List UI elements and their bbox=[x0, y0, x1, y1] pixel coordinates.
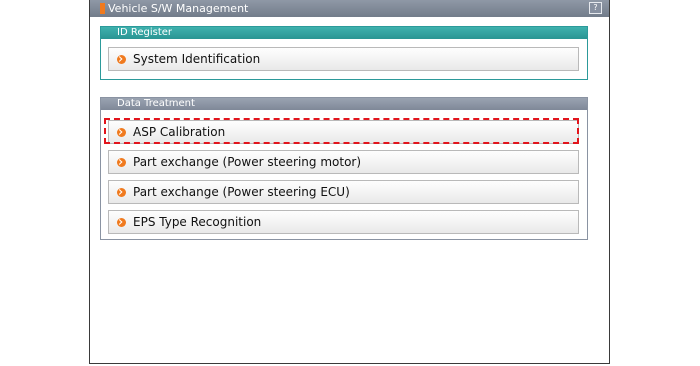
id-register-group: ID Register System Identification bbox=[100, 26, 588, 80]
orange-arrow-bullet-icon bbox=[117, 188, 126, 197]
vehicle-sw-management-window: Vehicle S/W Management ? ID Register Sys… bbox=[89, 0, 610, 364]
orange-arrow-bullet-icon bbox=[117, 218, 126, 227]
item-label: Part exchange (Power steering motor) bbox=[133, 155, 362, 169]
data-treatment-header: Data Treatment bbox=[101, 98, 587, 110]
window-title: Vehicle S/W Management bbox=[108, 2, 249, 15]
part-exchange-motor-button[interactable]: Part exchange (Power steering motor) bbox=[108, 150, 579, 174]
window-titlebar: Vehicle S/W Management ? bbox=[90, 0, 609, 17]
orange-arrow-bullet-icon bbox=[117, 128, 126, 137]
eps-type-recognition-button[interactable]: EPS Type Recognition bbox=[108, 210, 579, 234]
item-label: Part exchange (Power steering ECU) bbox=[133, 185, 350, 199]
orange-arrow-bullet-icon bbox=[117, 158, 126, 167]
item-label: System Identification bbox=[133, 52, 261, 66]
title-marker-icon bbox=[100, 3, 105, 14]
id-register-header: ID Register bbox=[101, 27, 587, 39]
asp-calibration-button[interactable]: ASP Calibration bbox=[108, 120, 579, 144]
data-treatment-group: Data Treatment ASP Calibration Part exch… bbox=[100, 97, 588, 240]
item-label: ASP Calibration bbox=[133, 125, 226, 139]
part-exchange-ecu-button[interactable]: Part exchange (Power steering ECU) bbox=[108, 180, 579, 204]
item-label: EPS Type Recognition bbox=[133, 215, 262, 229]
help-icon[interactable]: ? bbox=[589, 2, 602, 14]
orange-arrow-bullet-icon bbox=[117, 55, 126, 64]
system-identification-button[interactable]: System Identification bbox=[108, 47, 579, 71]
